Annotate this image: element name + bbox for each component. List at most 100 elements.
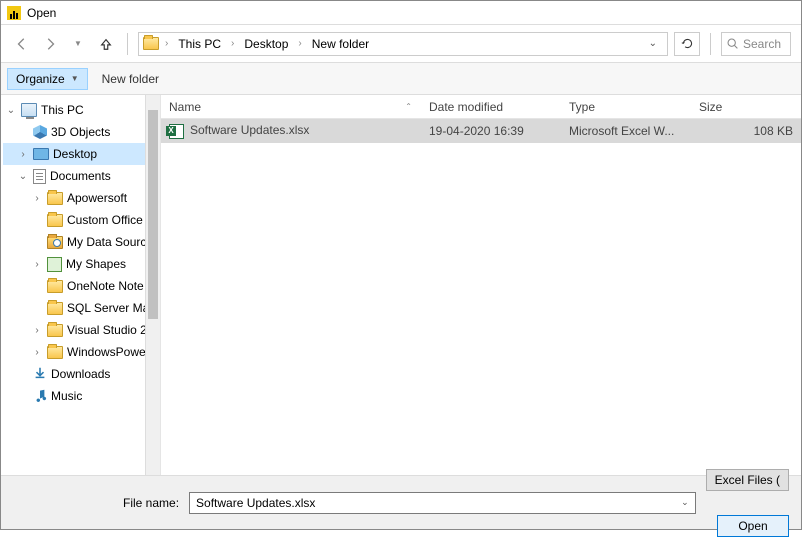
app-icon bbox=[7, 6, 21, 20]
tree-item-label: WindowsPowe bbox=[67, 345, 146, 359]
search-placeholder: Search bbox=[743, 37, 782, 51]
sort-caret-icon: ⌃ bbox=[405, 102, 412, 111]
folder-icon bbox=[47, 346, 63, 359]
file-type: Microsoft Excel W... bbox=[561, 124, 691, 138]
tree-item[interactable]: 3D Objects bbox=[3, 121, 158, 143]
separator bbox=[710, 33, 711, 55]
tree-item-label: My Shapes bbox=[66, 257, 126, 271]
expand-toggle[interactable]: ⌄ bbox=[17, 171, 29, 182]
main-area: ⌄ This PC 3D Objects › Desktop ⌄ Documents › Apo… bbox=[1, 95, 801, 475]
datasource-icon bbox=[47, 236, 63, 249]
tree-item-label: Music bbox=[51, 389, 82, 403]
chevron-right-icon: › bbox=[165, 38, 168, 49]
tree-item-label: My Data Sourc bbox=[67, 235, 146, 249]
new-folder-button[interactable]: New folder bbox=[102, 72, 159, 86]
organize-button[interactable]: Organize ▼ bbox=[7, 68, 88, 90]
tree-item[interactable]: ⌄ This PC bbox=[3, 99, 158, 121]
folder-icon bbox=[47, 302, 63, 315]
pc-icon bbox=[21, 103, 37, 117]
downloads-icon bbox=[33, 366, 47, 383]
tree-item[interactable]: Custom Office bbox=[3, 209, 158, 231]
search-icon bbox=[726, 37, 739, 50]
up-button[interactable] bbox=[95, 33, 117, 55]
tree-item-label: Downloads bbox=[51, 367, 110, 381]
expand-toggle[interactable]: › bbox=[31, 347, 43, 358]
file-row[interactable]: Software Updates.xlsx19-04-2020 16:39Mic… bbox=[161, 119, 801, 143]
organize-label: Organize bbox=[16, 72, 65, 86]
column-name[interactable]: Name ⌃ bbox=[161, 95, 421, 118]
tree-item[interactable]: Downloads bbox=[3, 363, 158, 385]
breadcrumb-desktop[interactable]: Desktop bbox=[240, 35, 292, 53]
3d-icon bbox=[33, 125, 47, 139]
excel-icon bbox=[169, 124, 184, 139]
footer: File name: Software Updates.xlsx ⌄ Excel… bbox=[1, 475, 801, 529]
tree-item[interactable]: › Apowersoft bbox=[3, 187, 158, 209]
filename-label: File name: bbox=[123, 496, 179, 510]
tree-item-label: This PC bbox=[41, 103, 84, 117]
tree-item-label: Desktop bbox=[53, 147, 97, 161]
file-size: 108 KB bbox=[691, 124, 801, 138]
tree-item-label: Apowersoft bbox=[67, 191, 127, 205]
navigation-bar: ▼ › This PC › Desktop › New folder ⌄ Sea… bbox=[1, 25, 801, 63]
scrollbar-thumb[interactable] bbox=[148, 110, 158, 319]
window-title: Open bbox=[27, 6, 56, 20]
separator bbox=[127, 33, 128, 55]
chevron-down-icon: ▼ bbox=[71, 74, 79, 83]
column-type[interactable]: Type bbox=[561, 95, 691, 118]
chevron-down-icon[interactable]: ⌄ bbox=[681, 497, 689, 508]
tree-scrollbar[interactable] bbox=[145, 95, 160, 475]
file-name: Software Updates.xlsx bbox=[161, 123, 421, 138]
file-date: 19-04-2020 16:39 bbox=[421, 124, 561, 138]
tree-item-label: SQL Server Mai bbox=[67, 301, 152, 315]
tree-item[interactable]: SQL Server Mai bbox=[3, 297, 158, 319]
search-input[interactable]: Search bbox=[721, 32, 791, 56]
chevron-right-icon: › bbox=[298, 38, 301, 49]
open-button[interactable]: Open bbox=[717, 515, 789, 537]
desktop-icon bbox=[33, 148, 49, 160]
tree-item[interactable]: ⌄ Documents bbox=[3, 165, 158, 187]
address-bar[interactable]: › This PC › Desktop › New folder ⌄ bbox=[138, 32, 668, 56]
tree-item[interactable]: › WindowsPowe bbox=[3, 341, 158, 363]
tree-item[interactable]: › Visual Studio 2 bbox=[3, 319, 158, 341]
folder-icon bbox=[47, 280, 63, 293]
column-headers: Name ⌃ Date modified Type Size bbox=[161, 95, 801, 119]
back-button[interactable] bbox=[11, 33, 33, 55]
file-list: Name ⌃ Date modified Type Size Software … bbox=[161, 95, 801, 475]
shapes-icon bbox=[47, 257, 62, 272]
column-date[interactable]: Date modified bbox=[421, 95, 561, 118]
folder-icon bbox=[143, 37, 159, 50]
forward-button[interactable] bbox=[39, 33, 61, 55]
tree-item[interactable]: › My Shapes bbox=[3, 253, 158, 275]
expand-toggle[interactable]: › bbox=[31, 259, 43, 270]
address-dropdown[interactable]: ⌄ bbox=[643, 38, 663, 49]
filename-input[interactable]: Software Updates.xlsx ⌄ bbox=[189, 492, 696, 514]
expand-toggle[interactable]: › bbox=[17, 149, 29, 160]
music-icon bbox=[33, 388, 47, 405]
titlebar: Open bbox=[1, 1, 801, 25]
expand-toggle[interactable]: › bbox=[31, 193, 43, 204]
tree-item-label: Documents bbox=[50, 169, 111, 183]
column-size[interactable]: Size bbox=[691, 95, 801, 118]
recent-dropdown[interactable]: ▼ bbox=[67, 33, 89, 55]
tree-item[interactable]: OneNote Note bbox=[3, 275, 158, 297]
tree-item-label: Visual Studio 2 bbox=[67, 323, 147, 337]
folder-icon bbox=[47, 192, 63, 205]
tree-item[interactable]: Music bbox=[3, 385, 158, 407]
folder-icon bbox=[47, 214, 63, 227]
breadcrumb-newfolder[interactable]: New folder bbox=[308, 35, 373, 53]
expand-toggle[interactable]: ⌄ bbox=[5, 105, 17, 116]
tree-item-label: Custom Office bbox=[67, 213, 143, 227]
file-type-filter[interactable]: Excel Files ( bbox=[706, 469, 789, 491]
folder-icon bbox=[47, 324, 63, 337]
tree-item[interactable]: My Data Sourc bbox=[3, 231, 158, 253]
tree-item-label: OneNote Note bbox=[67, 279, 144, 293]
document-icon bbox=[33, 169, 46, 184]
toolbar: Organize ▼ New folder bbox=[1, 63, 801, 95]
filename-value: Software Updates.xlsx bbox=[196, 496, 315, 510]
tree-item[interactable]: › Desktop bbox=[3, 143, 158, 165]
tree-item-label: 3D Objects bbox=[51, 125, 110, 139]
expand-toggle[interactable]: › bbox=[31, 325, 43, 336]
breadcrumb-this-pc[interactable]: This PC bbox=[174, 35, 225, 53]
navigation-tree: ⌄ This PC 3D Objects › Desktop ⌄ Documents › Apo… bbox=[1, 95, 161, 475]
refresh-button[interactable] bbox=[674, 32, 700, 56]
